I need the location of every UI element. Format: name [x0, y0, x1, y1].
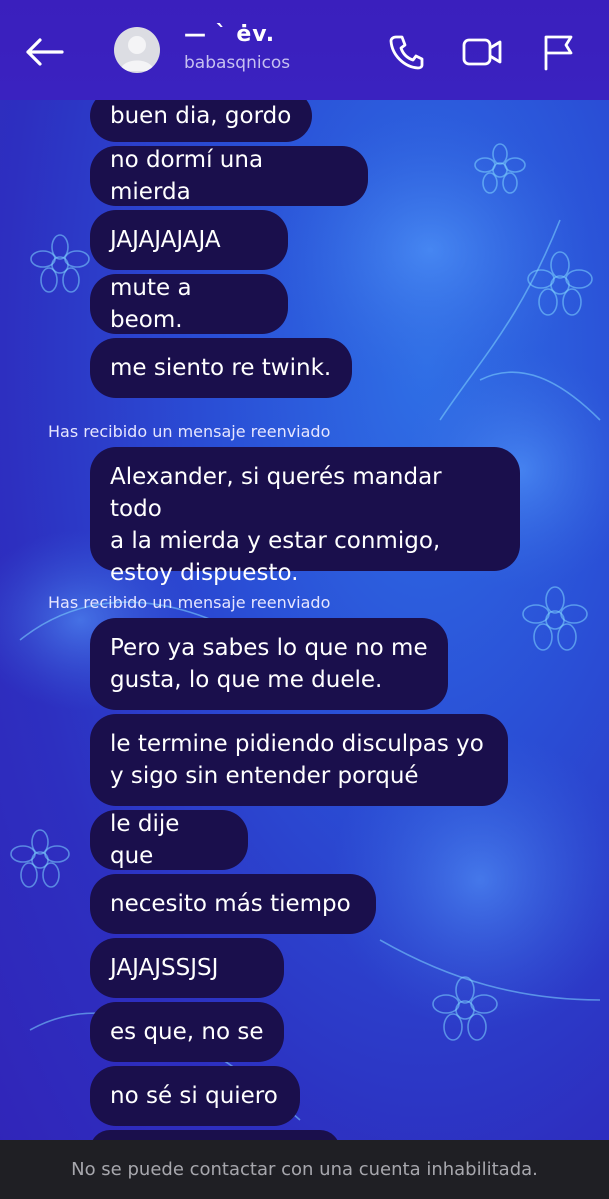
flag-icon	[544, 35, 573, 71]
message-bubble[interactable]: Alexander, si querés mandar todo a la mi…	[90, 447, 520, 586]
chat-header: — ` ėv. babasqnicos	[0, 0, 609, 100]
forwarded-label: Has recibido un mensaje reenviado	[48, 422, 331, 441]
avatar[interactable]	[114, 27, 160, 73]
message-text: Pero ya sabes lo que no me gusta, lo que…	[110, 635, 428, 693]
avatar-placeholder-icon	[120, 36, 154, 71]
contact-name[interactable]: — ` ėv.	[184, 22, 275, 47]
message-bubble[interactable]: Pero ya sabes lo que no me gusta, lo que…	[90, 618, 448, 710]
message-bubble[interactable]: mute a beom.	[90, 274, 288, 334]
message-bubble[interactable]: JAJAJAJAJA	[90, 210, 288, 270]
message-list[interactable]: buen dia, gordo no dormí una mierda JAJA…	[0, 0, 609, 1140]
message-bubble[interactable]: me siento re twink.	[90, 338, 352, 398]
message-bubble[interactable]: no sé si quiero	[90, 1066, 300, 1126]
message-bubble[interactable]: JAJAJSSJSJ	[90, 938, 284, 998]
call-button[interactable]	[384, 30, 428, 74]
message-bubble[interactable]: le dije que	[90, 810, 248, 870]
message-bubble[interactable]: no dormí una mierda	[90, 146, 368, 206]
report-button[interactable]	[536, 30, 580, 74]
back-button[interactable]	[20, 28, 68, 76]
contact-username[interactable]: babasqnicos	[184, 53, 290, 73]
message-bubble-partial[interactable]	[90, 1130, 340, 1140]
message-bubble[interactable]: necesito más tiempo	[90, 874, 376, 934]
message-bubble[interactable]: le termine pidiendo disculpas yo y sigo …	[90, 714, 508, 806]
video-icon	[462, 38, 502, 66]
disabled-account-notice: No se puede contactar con una cuenta inh…	[0, 1140, 609, 1199]
phone-icon	[389, 35, 424, 70]
notice-text: No se puede contactar con una cuenta inh…	[71, 1159, 538, 1180]
forwarded-label: Has recibido un mensaje reenviado	[48, 593, 331, 612]
message-text: le termine pidiendo disculpas yo y sigo …	[110, 731, 484, 789]
back-arrow-icon	[26, 38, 64, 66]
message-bubble[interactable]: es que, no se	[90, 1002, 284, 1062]
video-call-button[interactable]	[460, 30, 504, 74]
message-text: Alexander, si querés mandar todo a la mi…	[110, 464, 442, 586]
